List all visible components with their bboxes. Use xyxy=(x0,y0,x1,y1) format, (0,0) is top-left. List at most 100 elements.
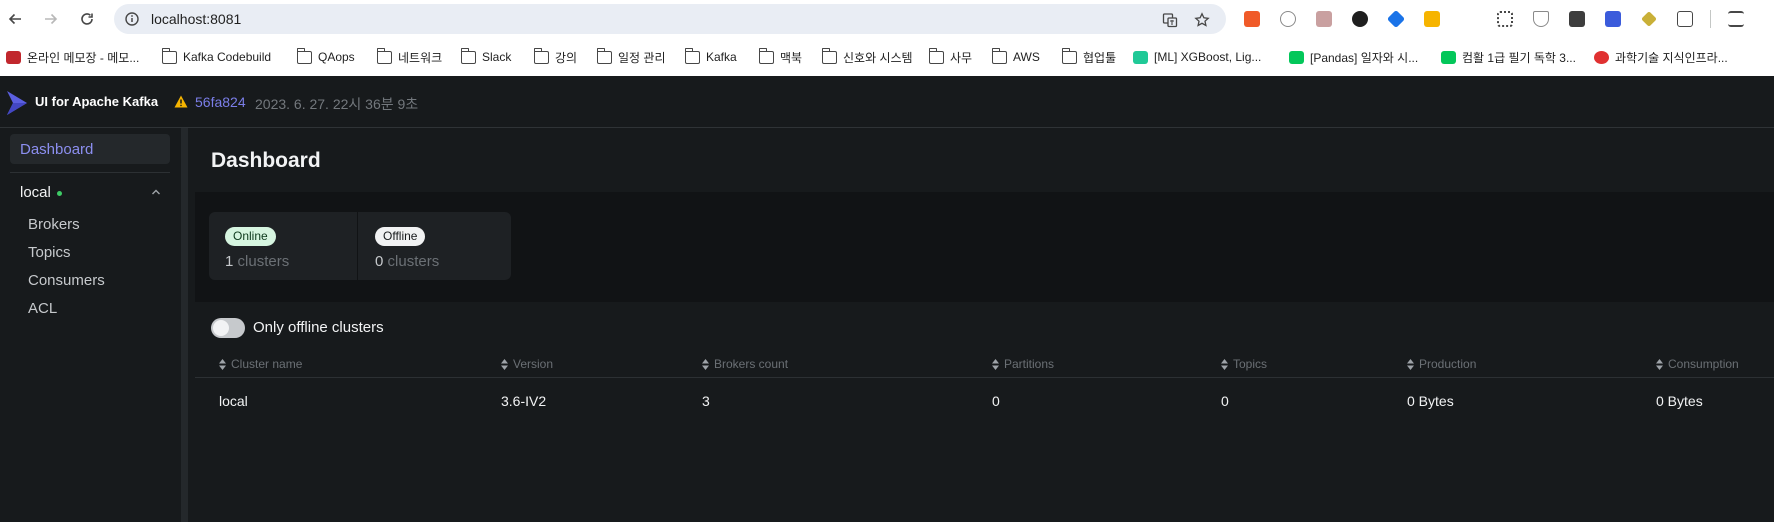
bookmark-folder[interactable]: 강의 xyxy=(533,47,577,65)
offline-metric: Offline 0 clusters xyxy=(359,212,511,280)
address-bar[interactable]: localhost:8081 xyxy=(114,4,1226,34)
column-header-brokers-count[interactable]: Brokers count xyxy=(702,357,788,371)
sidebar-item-brokers[interactable]: Brokers xyxy=(28,216,80,233)
bookmark-folder[interactable]: Kafka Codebuild xyxy=(161,47,271,65)
column-header-version[interactable]: Version xyxy=(501,357,553,371)
online-count: 1 clusters xyxy=(225,253,290,270)
sidebar-item-topics[interactable]: Topics xyxy=(28,244,71,261)
build-date: 2023. 6. 27. 22시 36분 9초 xyxy=(255,96,419,112)
url-text[interactable]: localhost:8081 xyxy=(151,11,241,27)
extension-icon[interactable] xyxy=(1641,11,1657,27)
site-icon xyxy=(1594,50,1609,64)
bookmark-folder[interactable]: QAops xyxy=(296,47,355,65)
qr-icon[interactable] xyxy=(1497,11,1513,27)
bookmark-item[interactable]: 과학기술 지식인프라... xyxy=(1594,49,1728,65)
sidebar-cluster-local[interactable]: local xyxy=(20,182,170,204)
online-badge: Online xyxy=(225,227,276,246)
extension-icon[interactable] xyxy=(1605,11,1621,27)
extension-icon[interactable] xyxy=(1244,11,1260,27)
globe-icon[interactable] xyxy=(1280,11,1296,27)
bookmark-item[interactable]: [ML] XGBoost, Lig... xyxy=(1133,49,1261,65)
cell-partitions: 0 xyxy=(992,393,1000,409)
bookmark-item[interactable]: 컴활 1급 필기 독학 3... xyxy=(1441,49,1576,65)
offline-badge: Offline xyxy=(375,227,426,246)
sort-icon xyxy=(992,358,999,370)
puzzle-icon[interactable] xyxy=(1677,11,1693,27)
sidebar-item-label: Dashboard xyxy=(20,141,94,158)
bookmark-item[interactable]: 온라인 메모장 - 메모... xyxy=(6,49,139,65)
star-icon[interactable] xyxy=(1194,12,1210,28)
sort-icon xyxy=(1407,358,1414,370)
blog-icon xyxy=(1289,50,1304,64)
cluster-metrics: Online 1 clusters Offline 0 clusters xyxy=(209,212,511,280)
folder-icon xyxy=(376,47,392,64)
column-header-consumption[interactable]: Consumption xyxy=(1656,357,1739,371)
bookmark-folder[interactable]: Kafka xyxy=(684,47,737,65)
folder-icon xyxy=(460,47,476,64)
app-title[interactable]: UI for Apache Kafka xyxy=(35,94,158,109)
reload-icon xyxy=(81,13,93,25)
bookmark-item[interactable]: [Pandas] 일자와 시... xyxy=(1289,49,1418,65)
bookmark-folder[interactable]: 사무 xyxy=(928,47,972,65)
column-header-topics[interactable]: Topics xyxy=(1221,357,1267,371)
extension-icon[interactable] xyxy=(1352,11,1368,27)
commit-link[interactable]: 56fa824 xyxy=(195,94,246,110)
metrics-section: Online 1 clusters Offline 0 clusters xyxy=(195,192,1774,302)
app-header: UI for Apache Kafka 56fa824 2023. 6. 27.… xyxy=(0,76,1774,128)
bookmark-folder[interactable]: 일정 관리 xyxy=(596,47,666,65)
extension-icon[interactable] xyxy=(1569,11,1585,27)
bookmark-folder[interactable]: 신호와 시스템 xyxy=(821,47,913,65)
reload-button[interactable] xyxy=(76,8,98,30)
cell-consumption: 0 Bytes xyxy=(1656,393,1703,409)
forward-button[interactable] xyxy=(40,8,62,30)
bookmark-folder[interactable]: Slack xyxy=(460,47,511,65)
arrow-left-icon xyxy=(8,13,21,25)
sidebar-item-acl[interactable]: ACL xyxy=(28,300,57,317)
extension-icon[interactable] xyxy=(1424,11,1440,27)
column-header-production[interactable]: Production xyxy=(1407,357,1476,371)
folder-icon xyxy=(684,47,700,64)
shield-icon[interactable] xyxy=(1533,11,1549,27)
offline-toggle[interactable] xyxy=(211,318,245,338)
toggle-label: Only offline clusters xyxy=(253,319,384,336)
folder-icon xyxy=(991,47,1007,64)
column-header-partitions[interactable]: Partitions xyxy=(992,357,1054,371)
back-button[interactable] xyxy=(4,8,26,30)
browser-toolbar: localhost:8081 xyxy=(0,0,1774,38)
folder-icon xyxy=(596,47,612,64)
cell-production: 0 Bytes xyxy=(1407,393,1454,409)
cell-cluster-name[interactable]: local xyxy=(219,393,248,409)
site-info-icon[interactable] xyxy=(124,11,140,27)
folder-icon xyxy=(296,47,312,64)
sidebar-item-dashboard[interactable]: Dashboard xyxy=(10,134,170,164)
sort-icon xyxy=(1656,358,1663,370)
extension-icon[interactable] xyxy=(1386,9,1406,29)
folder-icon xyxy=(758,47,774,64)
folder-icon xyxy=(533,47,549,64)
table-row[interactable]: local 3.6-IV2 3 0 0 0 Bytes 0 Bytes xyxy=(195,379,1774,419)
bookmark-folder[interactable]: 네트워크 xyxy=(376,47,442,65)
bookmark-folder[interactable]: 협업툴 xyxy=(1061,47,1116,65)
sidebar-item-consumers[interactable]: Consumers xyxy=(28,272,105,289)
folder-icon xyxy=(161,47,177,64)
sidebar: Dashboard local Brokers Topics Consumers… xyxy=(0,128,188,522)
blog-icon xyxy=(1441,50,1456,64)
online-status-dot xyxy=(57,191,62,196)
bookmark-folder[interactable]: AWS xyxy=(991,47,1040,65)
bookmark-folder[interactable]: 맥북 xyxy=(758,47,802,65)
cell-brokers-count: 3 xyxy=(702,393,710,409)
arrow-right-icon xyxy=(45,13,58,25)
bookmarks-bar: 온라인 메모장 - 메모... Kafka Codebuild QAops 네트… xyxy=(0,42,1774,70)
kafka-logo-icon[interactable] xyxy=(5,89,29,117)
warning-icon xyxy=(174,95,188,108)
translate-icon[interactable] xyxy=(1162,12,1178,28)
chevron-up-icon[interactable] xyxy=(150,186,162,198)
column-header-cluster-name[interactable]: Cluster name xyxy=(219,357,302,371)
sort-icon xyxy=(219,358,226,370)
page-title: Dashboard xyxy=(211,149,321,172)
velog-icon xyxy=(1133,50,1148,64)
extension-icon[interactable] xyxy=(1316,11,1332,27)
reading-list-icon[interactable] xyxy=(1728,11,1744,27)
toolbar-divider xyxy=(1710,10,1711,28)
offline-count: 0 clusters xyxy=(375,253,440,270)
